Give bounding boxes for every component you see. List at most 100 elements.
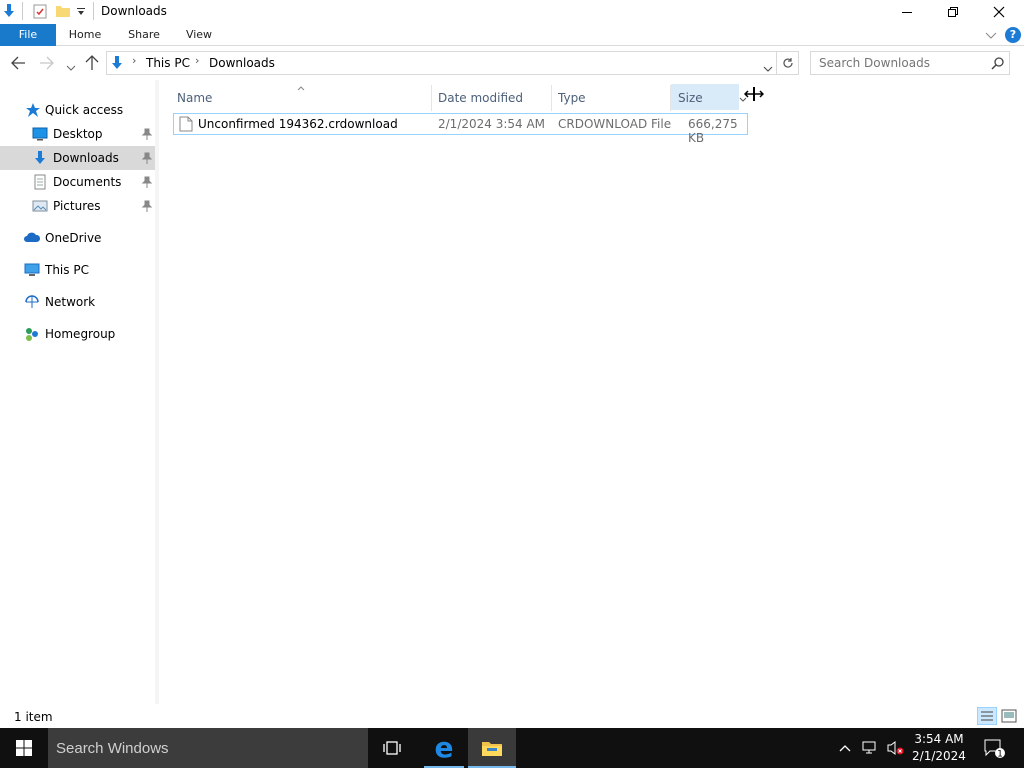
status-bar: 1 item <box>0 704 1024 728</box>
nav-onedrive[interactable]: OneDrive <box>0 226 156 250</box>
pictures-icon <box>32 198 48 214</box>
pin-icon[interactable] <box>141 176 153 191</box>
nav-label: Documents <box>53 175 122 189</box>
onedrive-cloud-icon <box>23 230 41 246</box>
volume-muted-icon[interactable] <box>886 740 906 759</box>
breadcrumb-chevron-icon[interactable]: › <box>132 54 136 67</box>
tab-file[interactable]: File <box>0 24 56 46</box>
restore-icon <box>948 7 958 17</box>
documents-icon <box>32 174 48 190</box>
clock-time[interactable]: 3:54 AM <box>912 732 966 746</box>
pane-splitter[interactable] <box>155 80 159 704</box>
file-list: Name Date modified Type Size Unconfirmed… <box>160 80 1024 704</box>
column-header-size[interactable]: Size <box>678 85 703 111</box>
ribbon-tabs: File Home Share View ? <box>0 24 1024 46</box>
breadcrumb-this-pc[interactable]: This PC <box>146 56 190 70</box>
customize-quick-access-icon[interactable] <box>76 5 86 20</box>
svg-text:1: 1 <box>997 750 1003 760</box>
show-hidden-icons-chevron-icon[interactable] <box>839 742 851 756</box>
sort-ascending-icon <box>297 80 305 94</box>
nav-label: Desktop <box>53 127 103 141</box>
action-center-icon[interactable]: 1 <box>984 739 1006 762</box>
column-header-type[interactable]: Type <box>558 85 586 111</box>
navigation-bar: › This PC › Downloads <box>0 46 1024 80</box>
nav-network[interactable]: Network <box>0 290 156 314</box>
nav-this-pc[interactable]: This PC <box>0 258 156 282</box>
tab-share[interactable]: Share <box>122 24 166 46</box>
desktop-icon <box>32 126 48 142</box>
file-date-modified: 2/1/2024 3:54 AM <box>438 117 546 131</box>
file-icon <box>179 116 193 135</box>
refresh-icon <box>782 58 793 68</box>
file-name[interactable]: Unconfirmed 194362.crdownload <box>198 117 398 131</box>
large-icons-view-icon <box>1001 709 1017 723</box>
nav-homegroup[interactable]: Homegroup <box>0 322 156 346</box>
file-size: 666,275 KB <box>688 117 738 145</box>
back-arrow-icon[interactable] <box>10 56 26 73</box>
expand-ribbon-icon[interactable] <box>985 30 997 44</box>
nav-label: Downloads <box>53 151 119 165</box>
search-box[interactable] <box>810 51 1010 75</box>
search-input[interactable] <box>811 52 989 74</box>
nav-item-downloads[interactable]: Downloads <box>0 146 156 170</box>
table-row[interactable]: Unconfirmed 194362.crdownload 2/1/2024 3… <box>173 113 748 145</box>
tab-home[interactable]: Home <box>62 24 108 46</box>
large-icons-view-button[interactable] <box>1001 709 1017 726</box>
tab-view[interactable]: View <box>180 24 218 46</box>
close-button[interactable] <box>976 0 1022 24</box>
navigation-pane: Quick access Desktop Downloads Documents… <box>0 96 156 704</box>
nav-label: OneDrive <box>45 231 102 245</box>
refresh-button[interactable] <box>777 51 799 75</box>
nav-label: Pictures <box>53 199 101 213</box>
pin-icon[interactable] <box>141 152 153 167</box>
address-bar[interactable]: › This PC › Downloads <box>106 51 777 75</box>
file-type: CRDOWNLOAD File <box>558 117 672 131</box>
homegroup-icon <box>24 326 40 342</box>
edge-icon: e <box>434 731 454 764</box>
start-button[interactable] <box>0 728 48 768</box>
pin-icon[interactable] <box>141 128 153 143</box>
nav-item-desktop[interactable]: Desktop <box>0 122 156 146</box>
search-icon[interactable] <box>991 56 1005 73</box>
file-explorer-icon <box>482 742 502 756</box>
column-resize-cursor-icon <box>743 86 765 105</box>
task-view-button[interactable] <box>368 728 416 768</box>
item-count: 1 item <box>14 710 53 724</box>
column-divider[interactable] <box>670 85 671 111</box>
address-dropdown-icon[interactable] <box>763 61 773 75</box>
toolbar-divider <box>22 2 23 20</box>
properties-icon[interactable] <box>32 3 48 22</box>
column-header-name[interactable]: Name <box>177 85 212 111</box>
recent-locations-icon[interactable] <box>66 60 76 74</box>
nav-quick-access[interactable]: Quick access <box>0 98 156 122</box>
forward-arrow-icon[interactable] <box>39 56 55 73</box>
breadcrumb-downloads[interactable]: Downloads <box>209 56 275 70</box>
clock-date[interactable]: 2/1/2024 <box>912 749 966 763</box>
close-icon <box>993 6 1005 18</box>
task-view-icon <box>383 741 401 755</box>
column-header-date-modified[interactable]: Date modified <box>438 85 523 111</box>
help-icon[interactable]: ? <box>1005 27 1021 43</box>
edge-browser-button[interactable]: e <box>420 728 468 768</box>
up-arrow-icon[interactable] <box>85 55 99 74</box>
column-divider[interactable] <box>551 85 552 111</box>
toolbar-divider <box>93 2 94 20</box>
file-explorer-button[interactable] <box>468 728 516 768</box>
minimize-button[interactable] <box>884 0 930 24</box>
details-view-button[interactable] <box>977 707 997 725</box>
nav-item-pictures[interactable]: Pictures <box>0 194 156 218</box>
taskbar-search-text: Search Windows <box>56 740 169 757</box>
column-divider[interactable] <box>431 85 432 111</box>
nav-item-documents[interactable]: Documents <box>0 170 156 194</box>
pin-icon[interactable] <box>141 200 153 215</box>
taskbar-search-box[interactable]: Search Windows <box>48 728 368 768</box>
window-title: Downloads <box>101 4 167 18</box>
new-folder-icon[interactable] <box>55 3 71 22</box>
breadcrumb-chevron-icon[interactable]: › <box>195 54 199 67</box>
restore-button[interactable] <box>930 0 976 24</box>
nav-label: Homegroup <box>45 327 116 341</box>
network-status-icon[interactable] <box>862 740 880 759</box>
minimize-icon <box>902 12 912 13</box>
computer-icon <box>24 262 40 278</box>
details-view-icon <box>981 711 993 721</box>
